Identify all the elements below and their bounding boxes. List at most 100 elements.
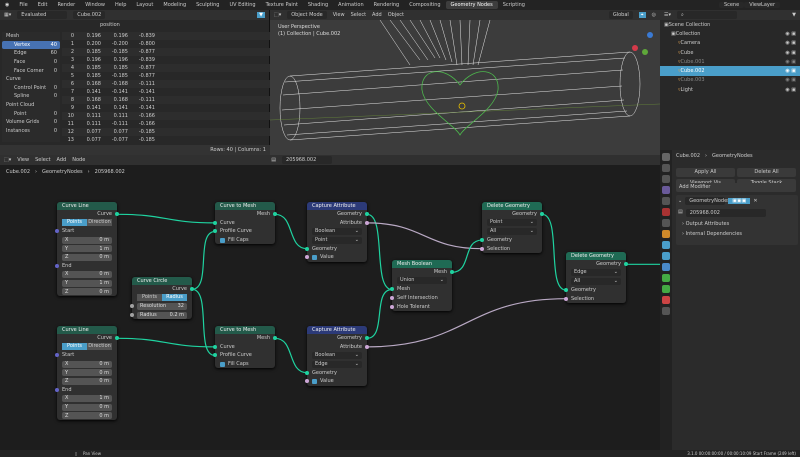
render-tab-icon[interactable] bbox=[662, 164, 670, 172]
socket[interactable] bbox=[213, 229, 217, 234]
socket[interactable] bbox=[390, 304, 394, 309]
mode-option-radius[interactable]: Radius bbox=[162, 294, 187, 302]
domain-control-point[interactable]: Control Point 0 bbox=[2, 84, 60, 93]
value-field-x[interactable]: X 0 m bbox=[62, 236, 112, 244]
node-title[interactable]: Capture Attribute bbox=[307, 202, 367, 210]
dropdown[interactable]: All ⌄ bbox=[571, 277, 621, 285]
value-field-y[interactable]: Y 1 m bbox=[62, 279, 112, 287]
node-title[interactable]: Curve Line bbox=[57, 202, 117, 210]
mode-dropdown[interactable]: Object Mode bbox=[287, 11, 327, 19]
socket[interactable] bbox=[55, 353, 59, 358]
socket[interactable] bbox=[390, 287, 394, 292]
3d-viewport[interactable]: ⬚▾ Object Mode View Select Add Object Globa… bbox=[270, 10, 660, 155]
scene-tab-icon[interactable] bbox=[662, 197, 670, 205]
domain-face-corner[interactable]: Face Corner 0 bbox=[2, 66, 60, 75]
checkbox[interactable] bbox=[312, 378, 317, 384]
particles-tab-icon[interactable] bbox=[662, 252, 670, 260]
visibility-eye-icon[interactable]: ◉ ▣ bbox=[785, 31, 796, 37]
socket[interactable] bbox=[55, 387, 59, 392]
collection-tab-icon[interactable] bbox=[662, 219, 670, 227]
menu-file[interactable]: File bbox=[14, 2, 32, 8]
dropdown[interactable]: Point ⌄ bbox=[487, 219, 537, 227]
visibility-eye-icon[interactable]: ◉ ▣ bbox=[785, 68, 796, 74]
editor-type-icon[interactable]: ☰▾ bbox=[664, 12, 671, 18]
dropdown[interactable]: Edge ⌄ bbox=[571, 269, 621, 277]
node-title[interactable]: Delete Geometry bbox=[566, 252, 626, 260]
object-tab-icon[interactable] bbox=[662, 230, 670, 238]
viewport-menu-object[interactable]: Object bbox=[388, 12, 404, 18]
scene-selector[interactable]: Scene bbox=[718, 2, 745, 8]
apply-all-button[interactable]: Apply All bbox=[676, 168, 735, 177]
value-field-x[interactable]: X 0 m bbox=[62, 270, 112, 278]
socket[interactable] bbox=[213, 353, 217, 358]
proportional-edit-icon[interactable]: ◎ bbox=[652, 12, 656, 18]
value-field-z[interactable]: Z 0 m bbox=[62, 377, 112, 385]
value-field-z[interactable]: Z 0 m bbox=[62, 412, 112, 420]
filter-icon[interactable]: ▼ bbox=[257, 12, 265, 18]
outliner-item-scene-collection[interactable]: ▣ Scene Collection bbox=[660, 20, 800, 29]
visibility-eye-icon[interactable]: ◉ ▣ bbox=[785, 87, 796, 93]
tab-geometry-nodes[interactable]: Geometry Nodes bbox=[445, 1, 498, 9]
view-layer-tab-icon[interactable] bbox=[662, 186, 670, 194]
domain-point[interactable]: Point 0 bbox=[2, 109, 60, 118]
domain-face[interactable]: Face 0 bbox=[2, 58, 60, 67]
mode-option-points[interactable]: Points bbox=[62, 219, 87, 227]
visibility-eye-icon[interactable]: ◉ ▣ bbox=[785, 50, 796, 56]
socket[interactable] bbox=[305, 246, 309, 251]
modifier-name-field[interactable]: GeometryNodes bbox=[685, 197, 730, 205]
menu-help[interactable]: Help bbox=[110, 2, 131, 8]
output-attributes-panel[interactable]: › Output Attributes bbox=[676, 219, 798, 229]
dropdown[interactable]: Boolean ⌄ bbox=[312, 351, 362, 359]
editor-type-icon[interactable]: ⬚▾ bbox=[274, 12, 281, 18]
node-editor[interactable]: ⬚▾ View Select Add Node ▤ 205968.002 Cube.0… bbox=[0, 155, 660, 450]
value-field-x[interactable]: X 1 m bbox=[62, 394, 112, 402]
node-title[interactable]: Delete Geometry bbox=[482, 202, 542, 210]
socket[interactable] bbox=[365, 344, 369, 349]
tab-texture-paint[interactable]: Texture Paint bbox=[261, 1, 303, 9]
viewport-menu-select[interactable]: Select bbox=[351, 12, 366, 18]
physics-tab-icon[interactable] bbox=[662, 263, 670, 271]
viewport-menu-add[interactable]: Add bbox=[372, 12, 382, 18]
evaluation-mode-dropdown[interactable]: Evaluated bbox=[17, 11, 68, 19]
object-filter[interactable]: Cube.002 bbox=[73, 11, 106, 19]
material-tab-icon[interactable] bbox=[662, 296, 670, 304]
node-curve-to-mesh[interactable]: Curve to Mesh Mesh Curve Profile Curve Fill … bbox=[213, 326, 277, 369]
outliner-search[interactable]: ⌕ bbox=[677, 11, 737, 19]
domain-vertex[interactable]: Vertex 40 bbox=[2, 40, 60, 50]
domain-mesh[interactable]: Mesh bbox=[2, 32, 60, 41]
node-mesh-boolean[interactable]: Mesh Boolean Mesh Union ⌄ Mesh Self Intersect… bbox=[390, 260, 454, 311]
outliner-item-cube[interactable]: ▿ Cube ◉ ▣ bbox=[660, 48, 800, 57]
domain-instances[interactable]: Instances 0 bbox=[2, 127, 60, 136]
checkbox[interactable] bbox=[312, 254, 317, 260]
checkbox[interactable] bbox=[220, 237, 225, 243]
node-curve-line[interactable]: Curve Line Curve Points Direction Start X 0 mY… bbox=[55, 326, 119, 420]
socket[interactable] bbox=[55, 229, 59, 234]
tab-sculpting[interactable]: Sculpting bbox=[191, 1, 224, 9]
value-field-y[interactable]: Y 0 m bbox=[62, 369, 112, 377]
node-curve-line[interactable]: Curve Line Curve Points Direction Start X 0 mY… bbox=[55, 202, 119, 296]
dropdown[interactable]: Union ⌄ bbox=[397, 277, 447, 285]
dropdown[interactable]: Edge ⌄ bbox=[312, 360, 362, 368]
output-tab-icon[interactable] bbox=[662, 175, 670, 183]
dropdown[interactable]: Point ⌄ bbox=[312, 236, 362, 244]
tab-modeling[interactable]: Modeling bbox=[158, 1, 191, 9]
tab-layout[interactable]: Layout bbox=[131, 1, 158, 9]
socket[interactable] bbox=[390, 296, 394, 301]
node-curve-to-mesh[interactable]: Curve to Mesh Mesh Curve Profile Curve Fill … bbox=[213, 202, 277, 245]
tool-tab-icon[interactable] bbox=[662, 153, 670, 161]
view-layer-selector[interactable]: ViewLayer bbox=[744, 2, 780, 8]
outliner-item-collection[interactable]: ▣ Collection ◉ ▣ bbox=[660, 29, 800, 38]
tab-shading[interactable]: Shading bbox=[303, 1, 333, 9]
domain-curve[interactable]: Curve bbox=[2, 75, 60, 84]
socket[interactable] bbox=[480, 246, 484, 251]
tab-animation[interactable]: Animation bbox=[333, 1, 369, 9]
visibility-eye-icon[interactable]: ◉ ▣ bbox=[785, 59, 796, 65]
socket[interactable] bbox=[213, 220, 217, 225]
snap-icon[interactable]: ⌖ bbox=[638, 12, 646, 18]
mode-option-direction[interactable]: Direction bbox=[87, 219, 112, 227]
outliner-item-cube-002[interactable]: ▿ Cube.002 ◉ ▣ bbox=[660, 66, 800, 76]
value-field-x[interactable]: X 0 m bbox=[62, 360, 112, 368]
visibility-eye-icon[interactable]: ◉ ▣ bbox=[785, 77, 796, 83]
socket[interactable] bbox=[305, 379, 309, 384]
blender-logo-icon[interactable]: ◉ bbox=[0, 2, 14, 8]
